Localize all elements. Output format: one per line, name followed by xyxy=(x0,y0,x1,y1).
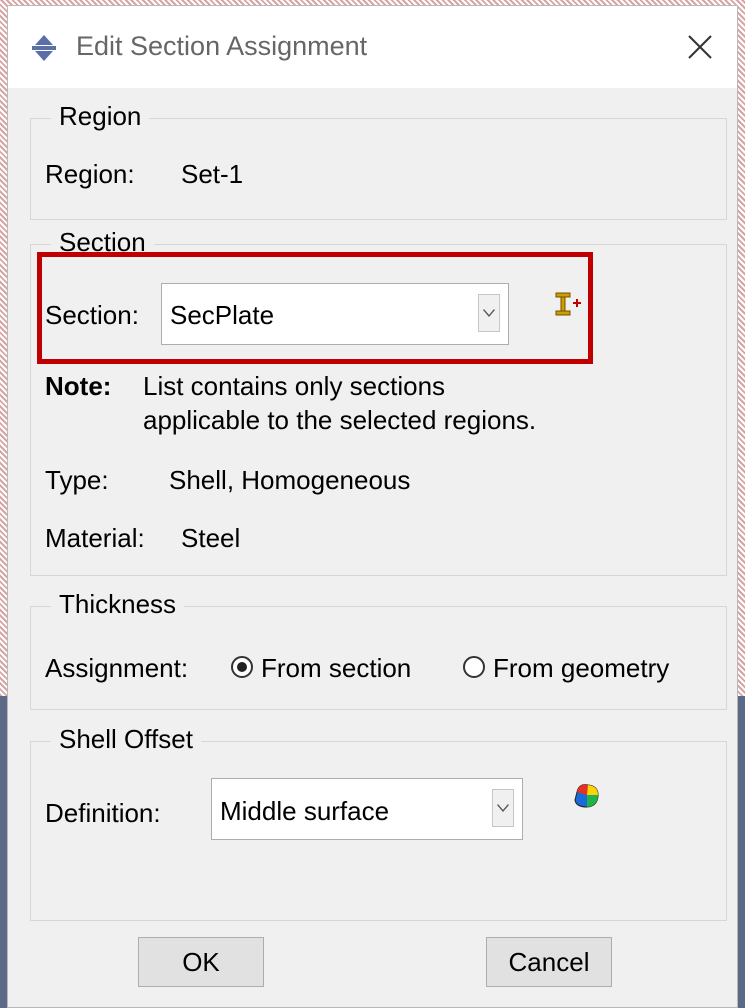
definition-dropdown[interactable]: Middle surface xyxy=(211,778,523,840)
from-section-label[interactable]: From section xyxy=(261,653,411,684)
close-icon[interactable] xyxy=(683,30,717,64)
from-geometry-label[interactable]: From geometry xyxy=(493,653,669,684)
type-label: Type: xyxy=(45,465,109,495)
section-highlight-box xyxy=(37,252,593,364)
definition-dropdown-value: Middle surface xyxy=(220,796,390,826)
region-label: Region: xyxy=(45,159,135,189)
region-value: Set-1 xyxy=(181,159,244,189)
title-bar: Edit Section Assignment xyxy=(8,6,737,88)
material-label: Material: xyxy=(45,523,145,553)
edit-section-assignment-dialog: Edit Section Assignment Region Region: S… xyxy=(7,5,738,1008)
abaqus-app-icon xyxy=(32,35,56,61)
thickness-legend: Thickness xyxy=(51,589,185,620)
type-value: Shell, Homogeneous xyxy=(169,465,411,495)
definition-label: Definition: xyxy=(45,798,161,828)
assignment-label: Assignment: xyxy=(45,653,189,683)
region-group: Region Region: Set-1 xyxy=(30,101,727,220)
note-label: Note: xyxy=(45,371,112,401)
thickness-group: Thickness Assignment: From section From … xyxy=(30,589,727,710)
offset-surface-icon[interactable] xyxy=(571,780,603,812)
shell-offset-legend: Shell Offset xyxy=(51,724,201,755)
material-value: Steel xyxy=(181,523,241,553)
ok-button[interactable]: OK xyxy=(138,937,264,987)
cancel-button[interactable]: Cancel xyxy=(486,937,612,987)
note-line-1: List contains only sections xyxy=(143,371,446,401)
region-legend: Region xyxy=(51,101,150,132)
shell-offset-group: Shell Offset Definition: Middle surface xyxy=(30,724,727,921)
note-line-2: applicable to the selected regions. xyxy=(143,405,537,435)
radio-from-geometry[interactable] xyxy=(463,656,485,678)
chevron-down-icon xyxy=(492,789,514,828)
window-title: Edit Section Assignment xyxy=(76,31,368,61)
radio-from-section[interactable] xyxy=(231,656,253,678)
